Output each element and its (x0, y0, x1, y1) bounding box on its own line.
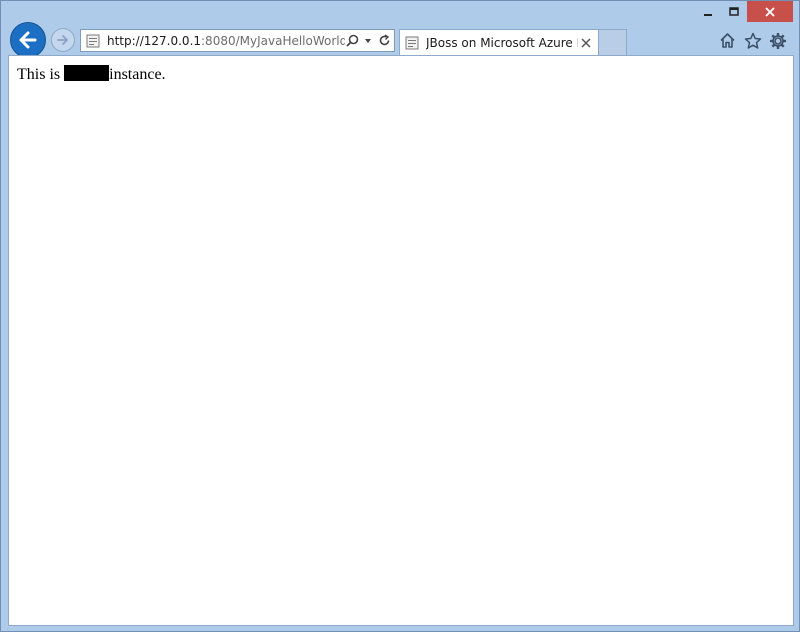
browser-window: http://127.0.0.1:8080/MyJavaHelloWorld/ … (0, 0, 800, 632)
redacted-block (64, 65, 110, 81)
close-icon (581, 37, 591, 48)
minimize-button[interactable] (695, 1, 721, 22)
home-icon (720, 33, 735, 48)
search-button[interactable] (345, 33, 359, 49)
close-window-button[interactable] (747, 1, 793, 22)
address-bar[interactable]: http://127.0.0.1:8080/MyJavaHelloWorld/ (80, 29, 395, 52)
new-tab-button[interactable] (599, 29, 627, 55)
settings-button[interactable] (768, 31, 787, 50)
dropdown-button[interactable] (361, 33, 375, 49)
gear-icon (769, 32, 786, 49)
back-arrow-icon (19, 31, 37, 49)
chevron-down-icon (365, 38, 371, 43)
page-text-before: This is (17, 66, 65, 83)
address-tools (345, 33, 391, 49)
close-icon (765, 6, 775, 17)
maximize-icon (729, 6, 739, 16)
home-button[interactable] (718, 31, 737, 50)
tab-active[interactable]: JBoss on Microsoft Azure P... (399, 29, 599, 55)
window-controls (695, 1, 793, 22)
close-tab-button[interactable] (578, 35, 594, 51)
minimize-icon (704, 13, 712, 16)
page-text-after: instance. (109, 66, 166, 83)
tab-title: JBoss on Microsoft Azure P... (426, 35, 578, 50)
forward-button[interactable] (51, 28, 75, 52)
tab-page-icon (404, 35, 420, 51)
refresh-button[interactable] (377, 33, 391, 49)
page-text: This is instance. (17, 65, 166, 84)
maximize-button[interactable] (721, 1, 747, 22)
url-host: http://127.0.0.1 (107, 33, 202, 48)
refresh-icon (379, 34, 389, 46)
back-button[interactable] (10, 22, 46, 58)
page-icon (85, 33, 101, 49)
star-icon (744, 32, 761, 49)
url-text[interactable]: http://127.0.0.1:8080/MyJavaHelloWorld/ (107, 34, 345, 48)
page-content: This is instance. (8, 55, 794, 626)
command-icons (718, 31, 787, 50)
search-icon (345, 34, 358, 47)
url-path: :8080/MyJavaHelloWorld/ (201, 33, 345, 48)
forward-arrow-icon (57, 35, 68, 45)
favorites-button[interactable] (743, 31, 762, 50)
